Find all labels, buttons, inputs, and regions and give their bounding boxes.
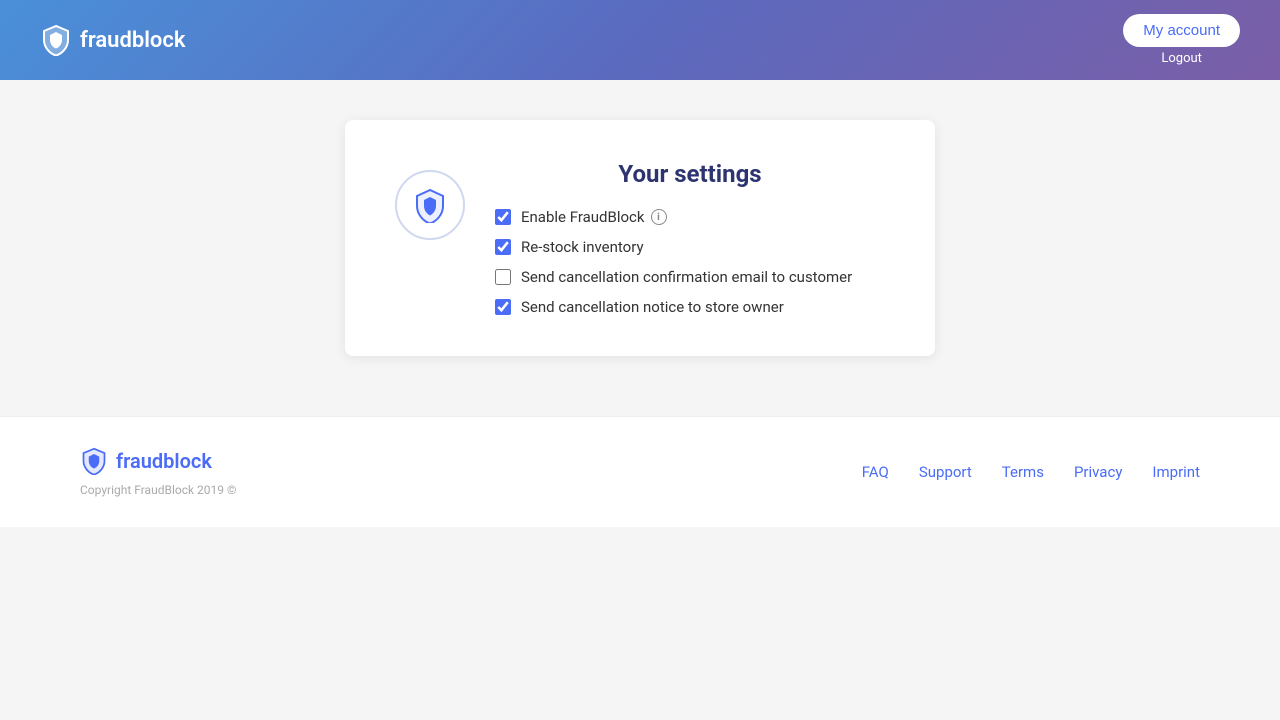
footer-nav: FAQ Support Terms Privacy Imprint: [862, 463, 1200, 481]
copyright-text: Copyright FraudBlock 2019 ©: [80, 483, 236, 497]
my-account-button[interactable]: My account: [1123, 14, 1240, 47]
checkbox-send-cancellation-email[interactable]: [495, 269, 511, 285]
footer-left: fraudblock Copyright FraudBlock 2019 ©: [80, 447, 236, 497]
footer: fraudblock Copyright FraudBlock 2019 © F…: [0, 416, 1280, 527]
label-send-cancellation-notice[interactable]: Send cancellation notice to store owner: [521, 298, 784, 316]
header-right: My account Logout: [1123, 14, 1240, 66]
main-content: Your settings Enable FraudBlocki Re-stock…: [0, 80, 1280, 396]
header: fraudblock My account Logout: [0, 0, 1280, 80]
setting-item-enable-fraudblock: Enable FraudBlocki: [495, 208, 885, 226]
shield-icon: [412, 187, 448, 223]
footer-link-imprint[interactable]: Imprint: [1152, 463, 1200, 481]
footer-logo: fraudblock: [80, 447, 236, 475]
shield-logo-icon: [40, 24, 72, 56]
footer-link-privacy[interactable]: Privacy: [1074, 463, 1122, 481]
checkbox-restock-inventory[interactable]: [495, 239, 511, 255]
setting-item-send-cancellation-notice: Send cancellation notice to store owner: [495, 298, 885, 316]
footer-logo-text: fraudblock: [116, 449, 212, 473]
settings-list: Enable FraudBlocki Re-stock inventory Send…: [495, 208, 885, 316]
settings-title: Your settings: [495, 160, 885, 188]
label-enable-fraudblock[interactable]: Enable FraudBlocki: [521, 208, 667, 226]
logo-text: fraudblock: [80, 28, 185, 53]
label-restock-inventory[interactable]: Re-stock inventory: [521, 238, 644, 256]
footer-link-terms[interactable]: Terms: [1002, 463, 1044, 481]
footer-shield-icon: [80, 447, 108, 475]
logo: fraudblock: [40, 24, 185, 56]
label-send-cancellation-email[interactable]: Send cancellation confirmation email to …: [521, 268, 852, 286]
checkbox-send-cancellation-notice[interactable]: [495, 299, 511, 315]
footer-link-support[interactable]: Support: [919, 463, 972, 481]
settings-card: Your settings Enable FraudBlocki Re-stock…: [345, 120, 935, 356]
logout-link[interactable]: Logout: [1161, 51, 1202, 66]
setting-item-restock-inventory: Re-stock inventory: [495, 238, 885, 256]
footer-link-faq[interactable]: FAQ: [862, 463, 889, 481]
settings-content: Your settings Enable FraudBlocki Re-stock…: [495, 160, 885, 316]
checkbox-enable-fraudblock[interactable]: [495, 209, 511, 225]
info-icon-enable-fraudblock[interactable]: i: [651, 209, 667, 225]
setting-item-send-cancellation-email: Send cancellation confirmation email to …: [495, 268, 885, 286]
shield-avatar: [395, 170, 465, 240]
